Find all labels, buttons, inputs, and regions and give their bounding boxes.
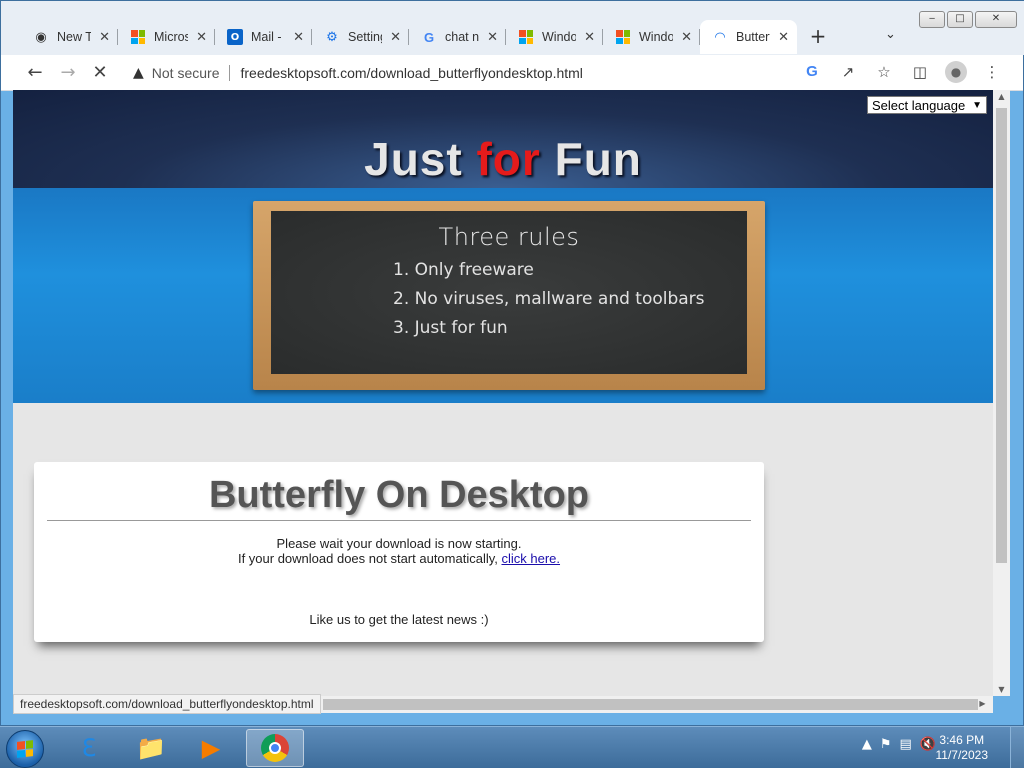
tab-label: Mail - xyxy=(251,30,282,44)
language-select-value: Select language xyxy=(872,97,966,113)
close-window-button[interactable]: ✕ xyxy=(975,11,1017,28)
close-tab-icon[interactable]: ✕ xyxy=(584,30,595,45)
toolbar-actions: G ↗ ☆ ◫ ● ⋮ xyxy=(801,61,1003,83)
bookmark-star-icon[interactable]: ☆ xyxy=(873,61,895,83)
close-tab-icon[interactable]: ✕ xyxy=(778,30,789,45)
show-hidden-icons-icon[interactable]: ▲ xyxy=(862,737,872,752)
system-tray: ▲ ⚑ ▤ 🔇 xyxy=(862,737,936,752)
tab-chat[interactable]: G chat n ✕ xyxy=(409,20,506,54)
close-tab-icon[interactable]: ✕ xyxy=(99,30,110,45)
outlook-icon: O xyxy=(227,29,243,45)
board-title: Three rules xyxy=(438,223,580,251)
horizontal-scroll-thumb[interactable] xyxy=(323,699,978,710)
chrome-icon: ◉ xyxy=(35,29,47,45)
browser-toolbar: ← → ✕ ▲ Not secure freedesktopsoft.com/d… xyxy=(1,55,1023,91)
minimize-button[interactable]: ‒ xyxy=(919,11,945,28)
page-title: Butterfly On Desktop xyxy=(208,474,590,516)
chevron-down-icon: ▼ xyxy=(972,99,982,111)
vertical-scroll-thumb[interactable] xyxy=(996,108,1007,563)
back-arrow-icon[interactable]: ← xyxy=(23,61,47,85)
language-select[interactable]: Select language ▼ xyxy=(867,96,987,114)
tab-label: Butterfly xyxy=(736,30,770,44)
scroll-down-icon[interactable]: ▼ xyxy=(993,685,1010,694)
tab-windows-2[interactable]: Windows ✕ xyxy=(603,20,700,54)
rule-item: 1. Only freeware xyxy=(393,260,534,280)
windows-logo-icon xyxy=(17,740,33,758)
page-viewport: Just for Fun Select language ▼ Three rul… xyxy=(13,90,993,696)
like-us-text: Like us to get the latest news :) xyxy=(309,612,489,627)
internet-explorer-icon[interactable]: ℇ xyxy=(60,729,118,767)
taskbar-clock[interactable]: 3:46 PM 11/7/2023 xyxy=(936,733,989,763)
side-panel-icon[interactable]: ◫ xyxy=(909,61,931,83)
new-tab-button[interactable]: + xyxy=(807,25,829,47)
url-text[interactable]: freedesktopsoft.com/download_butterflyon… xyxy=(240,65,582,81)
tab-butterfly-active[interactable]: ◠ Butterfly ✕ xyxy=(700,20,797,54)
close-tab-icon[interactable]: ✕ xyxy=(390,30,401,45)
tab-label: chat n xyxy=(445,30,480,44)
tab-label: Microsoft xyxy=(154,30,189,44)
microsoft-icon xyxy=(615,29,631,45)
download-message: Please wait your download is now startin… xyxy=(34,536,764,566)
chrome-icon xyxy=(261,734,289,762)
tab-label: Settings xyxy=(348,30,382,44)
divider xyxy=(47,520,751,521)
menu-kebab-icon[interactable]: ⋮ xyxy=(981,61,1003,83)
media-player-icon[interactable]: ▶ xyxy=(182,729,240,767)
clock-date: 11/7/2023 xyxy=(935,748,989,762)
forward-arrow-icon[interactable]: → xyxy=(56,61,80,85)
action-center-icon[interactable]: ⚑ xyxy=(880,737,892,752)
status-bar-url: freedesktopsoft.com/download_butterflyon… xyxy=(13,694,321,714)
download-message-line1: Please wait your download is now startin… xyxy=(276,536,522,551)
google-translate-icon[interactable]: G xyxy=(801,61,823,83)
download-card: Butterfly On Desktop Please wait your do… xyxy=(34,462,764,642)
rules-list: 1. Only freeware 2. No viruses, mallware… xyxy=(393,256,705,343)
tab-label: Windows xyxy=(542,30,577,44)
download-message-line2: If your download does not start automati… xyxy=(237,551,561,566)
close-tab-icon[interactable]: ✕ xyxy=(681,30,692,45)
tab-microsoft[interactable]: Microsoft ✕ xyxy=(118,20,215,54)
microsoft-icon xyxy=(130,29,146,45)
volume-muted-icon[interactable]: 🔇 xyxy=(920,737,936,752)
close-tab-icon[interactable]: ✕ xyxy=(196,30,207,45)
separator xyxy=(229,65,231,81)
maximize-button[interactable]: □ xyxy=(947,11,973,28)
tab-settings[interactable]: ⚙ Settings ✕ xyxy=(312,20,409,54)
site-logo[interactable]: Just for Fun xyxy=(13,132,993,186)
tab-search-chevron-icon[interactable]: ⌄ xyxy=(885,27,896,42)
scroll-up-icon[interactable]: ▲ xyxy=(993,92,1010,101)
google-icon: G xyxy=(423,29,435,45)
taskbar: ℇ 📁 ▶ ▲ ⚑ ▤ 🔇 3:46 PM 11/7/2023 xyxy=(0,726,1024,768)
show-desktop-button[interactable] xyxy=(1010,727,1024,768)
file-explorer-icon[interactable]: 📁 xyxy=(122,729,180,767)
vertical-scrollbar[interactable]: ▲ ▼ xyxy=(993,90,1010,696)
window-controls: ‒ □ ✕ xyxy=(919,11,1017,28)
chalkboard-banner: Three rules 1. Only freeware 2. No virus… xyxy=(253,201,765,390)
tabs: ◉ New Tab ✕ Microsoft ✕ O Mail - ✕ ⚙ Set… xyxy=(21,20,797,54)
loading-icon: ◠ xyxy=(714,29,726,45)
profile-avatar-icon[interactable]: ● xyxy=(945,61,967,83)
rule-item: 2. No viruses, mallware and toolbars xyxy=(393,289,705,309)
tab-strip: ‒ □ ✕ ◉ New Tab ✕ Microsoft ✕ O Mail - ✕… xyxy=(1,1,1024,55)
network-icon[interactable]: ▤ xyxy=(900,737,912,752)
close-tab-icon[interactable]: ✕ xyxy=(293,30,304,45)
microsoft-icon xyxy=(518,29,534,45)
tab-new-tab[interactable]: ◉ New Tab ✕ xyxy=(21,20,118,54)
clock-time: 3:46 PM xyxy=(939,733,985,747)
share-icon[interactable]: ↗ xyxy=(837,61,859,83)
start-button[interactable] xyxy=(6,730,44,768)
security-label[interactable]: Not secure xyxy=(152,65,220,81)
stop-loading-icon[interactable]: ✕ xyxy=(88,61,112,85)
tab-windows-1[interactable]: Windows ✕ xyxy=(506,20,603,54)
rule-item: 3. Just for fun xyxy=(393,318,508,338)
warning-icon[interactable]: ▲ xyxy=(133,65,144,81)
close-tab-icon[interactable]: ✕ xyxy=(487,30,498,45)
click-here-link[interactable]: click here. xyxy=(501,551,560,566)
gear-icon: ⚙ xyxy=(326,29,338,45)
tab-mail[interactable]: O Mail - ✕ xyxy=(215,20,312,54)
tab-label: Windows xyxy=(639,30,674,44)
chrome-taskbar-button[interactable] xyxy=(246,729,304,767)
tab-label: New Tab xyxy=(57,30,92,44)
scroll-right-icon[interactable]: ▶ xyxy=(974,699,991,708)
